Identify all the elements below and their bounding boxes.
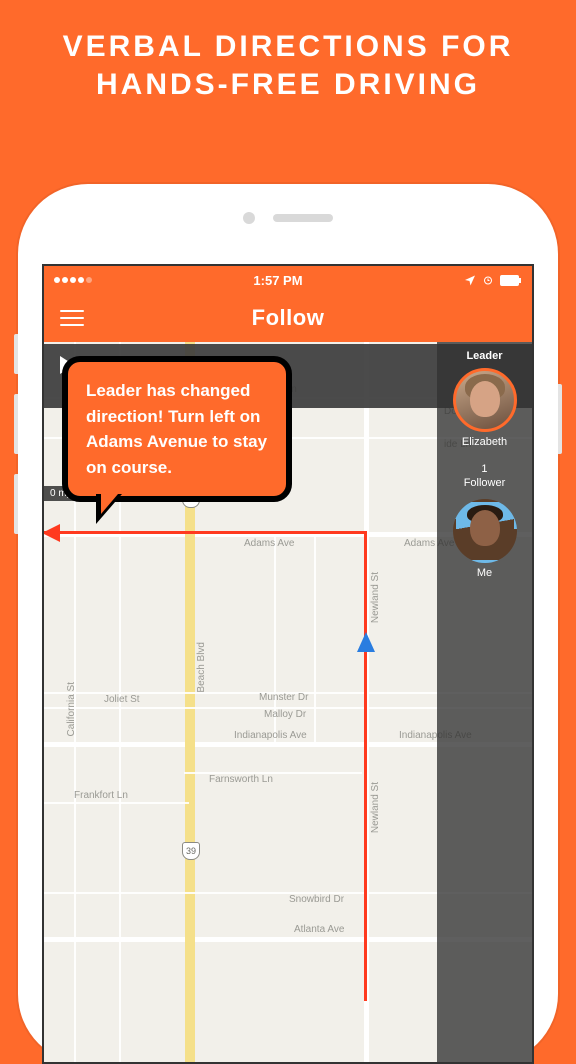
voice-direction-text: Leader has changed direction! Turn left … [86, 381, 267, 477]
follower-avatar[interactable] [453, 499, 517, 563]
menu-button[interactable] [60, 310, 84, 326]
street-label: Atlanta Ave [294, 924, 344, 935]
street-label: Joliet St [104, 694, 140, 705]
participants-sidebar: Leader Elizabeth 1 Follower Me [437, 342, 532, 1062]
phone-volume-up [14, 394, 18, 454]
street-label: Frankfort Ln [74, 790, 128, 801]
promo-title: VERBAL DIRECTIONS FOR HANDS-FREE DRIVING [0, 0, 576, 123]
route-segment [364, 531, 367, 1001]
street-label: Munster Dr [259, 692, 308, 703]
app-title: Follow [252, 305, 325, 331]
street-label: Newland St [370, 782, 381, 833]
follower-count: 1 Follower [464, 462, 506, 491]
phone-volume-down [14, 474, 18, 534]
phone-mute-switch [14, 334, 18, 374]
road-thin [314, 532, 316, 742]
leader-name: Elizabeth [462, 436, 507, 448]
status-time: 1:57 PM [253, 273, 302, 288]
street-label: Newland St [370, 572, 381, 623]
street-label: Indianapolis Ave [234, 730, 307, 741]
follower-name: Me [477, 567, 492, 579]
street-label: California St [66, 682, 77, 736]
leader-avatar[interactable] [453, 368, 517, 432]
phone-frame: 1:57 PM Follow th on Newland Street ealr… [18, 184, 558, 1064]
signal-strength-icon [54, 277, 92, 283]
screen: 1:57 PM Follow th on Newland Street ealr… [42, 264, 534, 1064]
leader-label: Leader [466, 350, 502, 362]
street-label: Farnsworth Ln [209, 774, 273, 785]
route-direction-arrow-icon [42, 524, 60, 542]
street-label: Beach Blvd [196, 642, 207, 693]
street-label: Adams Ave [244, 538, 294, 549]
phone-power-button [558, 384, 562, 454]
alarm-icon [482, 274, 494, 286]
user-heading-icon [357, 632, 375, 652]
road-thin [44, 802, 189, 804]
voice-direction-bubble: Leader has changed direction! Turn left … [62, 356, 292, 502]
battery-icon [500, 275, 522, 286]
nav-header: Follow [44, 294, 532, 342]
street-label: Snowbird Dr [289, 894, 344, 905]
phone-speaker [273, 214, 333, 222]
phone-camera [243, 212, 255, 224]
street-label: Malloy Dr [264, 709, 306, 720]
status-bar: 1:57 PM [44, 266, 532, 294]
phone-sensors [243, 212, 333, 224]
speech-tail-icon [96, 494, 122, 524]
location-icon [464, 274, 476, 286]
route-segment [44, 531, 367, 534]
highway-shield-icon: 39 [182, 842, 200, 860]
